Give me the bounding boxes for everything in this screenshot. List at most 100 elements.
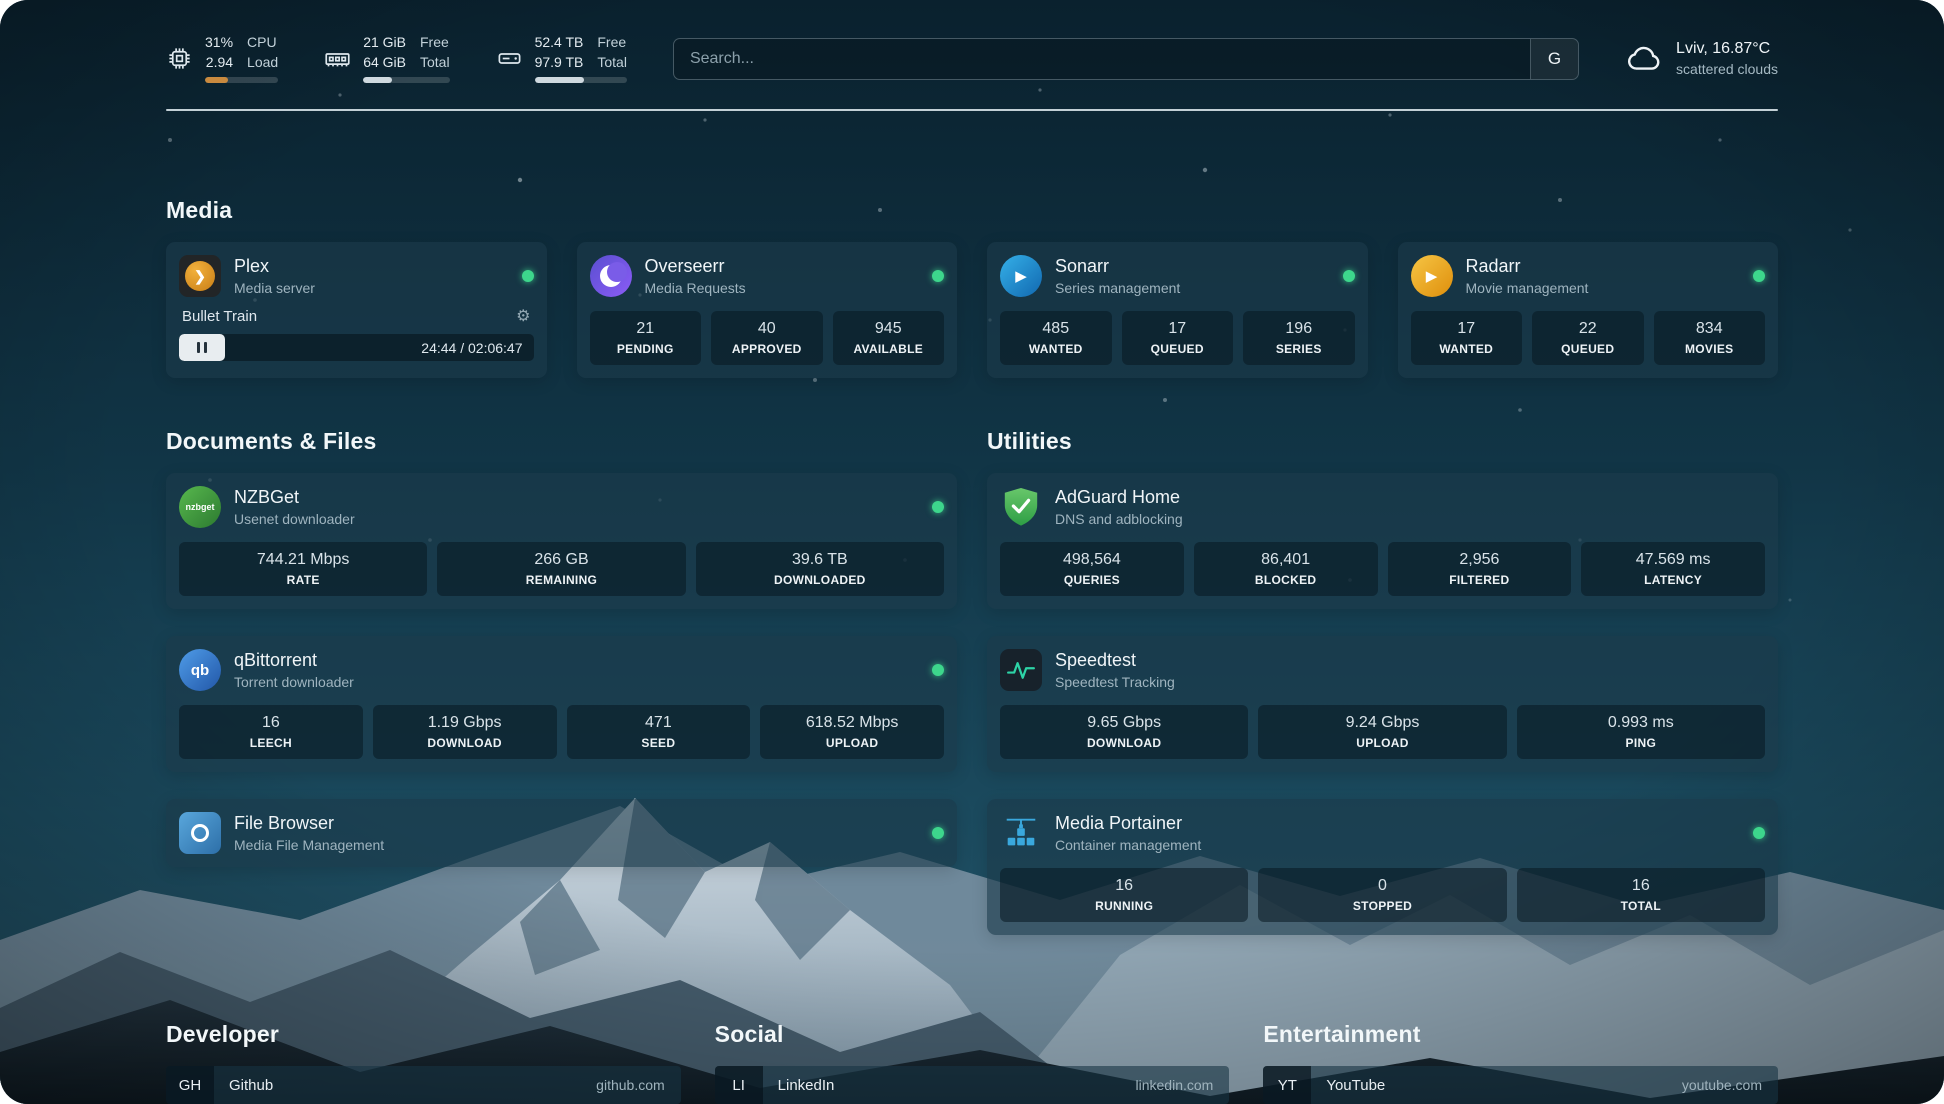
stat-rate: 744.21 MbpsRATE: [179, 542, 427, 596]
stat-wanted: 17WANTED: [1411, 311, 1523, 365]
cpu-load-label: Load: [247, 54, 278, 72]
stat-ping: 0.993 msPING: [1517, 705, 1765, 759]
section-developer: Developer GH Github github.com SO StackO…: [166, 1021, 681, 1104]
section-title-entertainment: Entertainment: [1263, 1021, 1778, 1048]
adguard-link[interactable]: AdGuard Home DNS and adblocking: [1000, 486, 1765, 528]
section-title-social: Social: [715, 1021, 1230, 1048]
topbar: 31% 2.94 CPU Load: [166, 34, 1778, 83]
app-name: Speedtest: [1055, 650, 1175, 671]
app-desc: Torrent downloader: [234, 674, 354, 690]
memory-icon: [324, 45, 351, 72]
weather-widget: Lviv, 16.87°C scattered clouds: [1625, 40, 1778, 78]
sonarr-icon: ▶: [1000, 255, 1042, 297]
bookmark-github[interactable]: GH Github github.com: [166, 1066, 681, 1104]
nzbget-link[interactable]: nzbget NZBGet Usenet downloader: [179, 486, 944, 528]
stat-running: 16RUNNING: [1000, 868, 1248, 922]
dashboard-window: 31% 2.94 CPU Load: [0, 0, 1944, 1104]
status-dot: [1753, 827, 1765, 839]
memory-bar: [363, 77, 449, 83]
stat-latency: 47.569 msLATENCY: [1581, 542, 1765, 596]
app-name: NZBGet: [234, 487, 355, 508]
service-card-plex: ❯ Plex Media server Bullet Train ⚙: [166, 242, 547, 378]
plex-icon: ❯: [179, 255, 221, 297]
cpu-label: CPU: [247, 34, 278, 52]
bookmark-name: LinkedIn: [778, 1077, 835, 1094]
app-desc: Container management: [1055, 837, 1201, 853]
bookmark-youtube[interactable]: YT YouTube youtube.com: [1263, 1066, 1778, 1104]
app-desc: DNS and adblocking: [1055, 511, 1183, 527]
qbittorrent-icon: qb: [179, 649, 221, 691]
status-dot: [1343, 270, 1355, 282]
status-dot: [932, 827, 944, 839]
app-name: Plex: [234, 256, 315, 277]
section-title-utilities: Utilities: [987, 428, 1778, 455]
filebrowser-link[interactable]: File Browser Media File Management: [179, 812, 944, 854]
disk-free: 52.4 TB: [535, 34, 584, 52]
search-provider-button[interactable]: G: [1530, 39, 1578, 79]
radarr-link[interactable]: ▶ Radarr Movie management: [1411, 255, 1766, 297]
filebrowser-icon: [179, 812, 221, 854]
stat-wanted: 485WANTED: [1000, 311, 1112, 365]
memory-total-label: Total: [420, 54, 450, 72]
search-input[interactable]: [674, 39, 1530, 79]
service-card-filebrowser: File Browser Media File Management: [166, 799, 957, 867]
overseerr-link[interactable]: Overseerr Media Requests: [590, 255, 945, 297]
app-name: Radarr: [1466, 256, 1589, 277]
stat-upload: 618.52 MbpsUPLOAD: [760, 705, 944, 759]
stat-pending: 21PENDING: [590, 311, 702, 365]
bookmark-url: youtube.com: [1682, 1077, 1778, 1093]
system-widgets: 31% 2.94 CPU Load: [166, 34, 627, 83]
section-title-documents: Documents & Files: [166, 428, 957, 455]
stat-leech: 16LEECH: [179, 705, 363, 759]
adguard-icon: [1000, 486, 1042, 528]
nzbget-icon: nzbget: [179, 486, 221, 528]
service-card-overseerr: Overseerr Media Requests 21PENDING 40APP…: [577, 242, 958, 378]
header-divider: [166, 109, 1778, 111]
disk-total-label: Total: [597, 54, 627, 72]
memory-free-label: Free: [420, 34, 450, 52]
service-card-nzbget: nzbget NZBGet Usenet downloader 744.21 M…: [166, 473, 957, 609]
stat-queued: 22QUEUED: [1532, 311, 1644, 365]
app-name: Media Portainer: [1055, 813, 1201, 834]
app-name: Overseerr: [645, 256, 746, 277]
stat-approved: 40APPROVED: [711, 311, 823, 365]
bookmark-abbr: GH: [166, 1066, 214, 1104]
section-media: Media ❯ Plex Media server Bulle: [166, 197, 1778, 378]
disk-widget: 52.4 TB 97.9 TB Free Total: [496, 34, 627, 83]
stat-remaining: 266 GBREMAINING: [437, 542, 685, 596]
stat-total: 16TOTAL: [1517, 868, 1765, 922]
cpu-widget: 31% 2.94 CPU Load: [166, 34, 278, 83]
app-desc: Usenet downloader: [234, 511, 355, 527]
disk-bar: [535, 77, 627, 83]
section-social: Social LI LinkedIn linkedin.com TW Twitt…: [715, 1021, 1230, 1104]
now-playing-title: Bullet Train: [182, 308, 257, 325]
section-title-media: Media: [166, 197, 1778, 224]
session-gear-icon[interactable]: ⚙: [516, 309, 530, 325]
playback-progress-bar: 24:44 / 02:06:47: [179, 334, 534, 361]
bookmark-url: github.com: [596, 1077, 680, 1093]
cpu-usage: 31%: [205, 34, 233, 52]
disk-icon: [496, 45, 523, 72]
stat-queued: 17QUEUED: [1122, 311, 1234, 365]
plex-link[interactable]: ❯ Plex Media server: [179, 255, 534, 297]
section-documents: Documents & Files nzbget NZBGet Usenet d…: [166, 428, 957, 867]
stat-stopped: 0STOPPED: [1258, 868, 1506, 922]
qbittorrent-link[interactable]: qb qBittorrent Torrent downloader: [179, 649, 944, 691]
portainer-icon: [1000, 812, 1042, 854]
stat-queries: 498,564QUERIES: [1000, 542, 1184, 596]
section-entertainment: Entertainment YT YouTube youtube.com NF …: [1263, 1021, 1778, 1104]
sonarr-link[interactable]: ▶ Sonarr Series management: [1000, 255, 1355, 297]
section-title-developer: Developer: [166, 1021, 681, 1048]
status-dot: [932, 664, 944, 676]
radarr-icon: ▶: [1411, 255, 1453, 297]
bookmark-linkedin[interactable]: LI LinkedIn linkedin.com: [715, 1066, 1230, 1104]
bookmark-abbr: LI: [715, 1066, 763, 1104]
pause-icon[interactable]: [195, 342, 209, 353]
app-desc: Media server: [234, 280, 315, 296]
weather-location: Lviv, 16.87°C: [1676, 40, 1778, 58]
memory-widget: 21 GiB 64 GiB Free Total: [324, 34, 449, 83]
stat-available: 945AVAILABLE: [833, 311, 945, 365]
portainer-link[interactable]: Media Portainer Container management: [1000, 812, 1765, 854]
speedtest-link[interactable]: Speedtest Speedtest Tracking: [1000, 649, 1765, 691]
cpu-bar: [205, 77, 278, 83]
